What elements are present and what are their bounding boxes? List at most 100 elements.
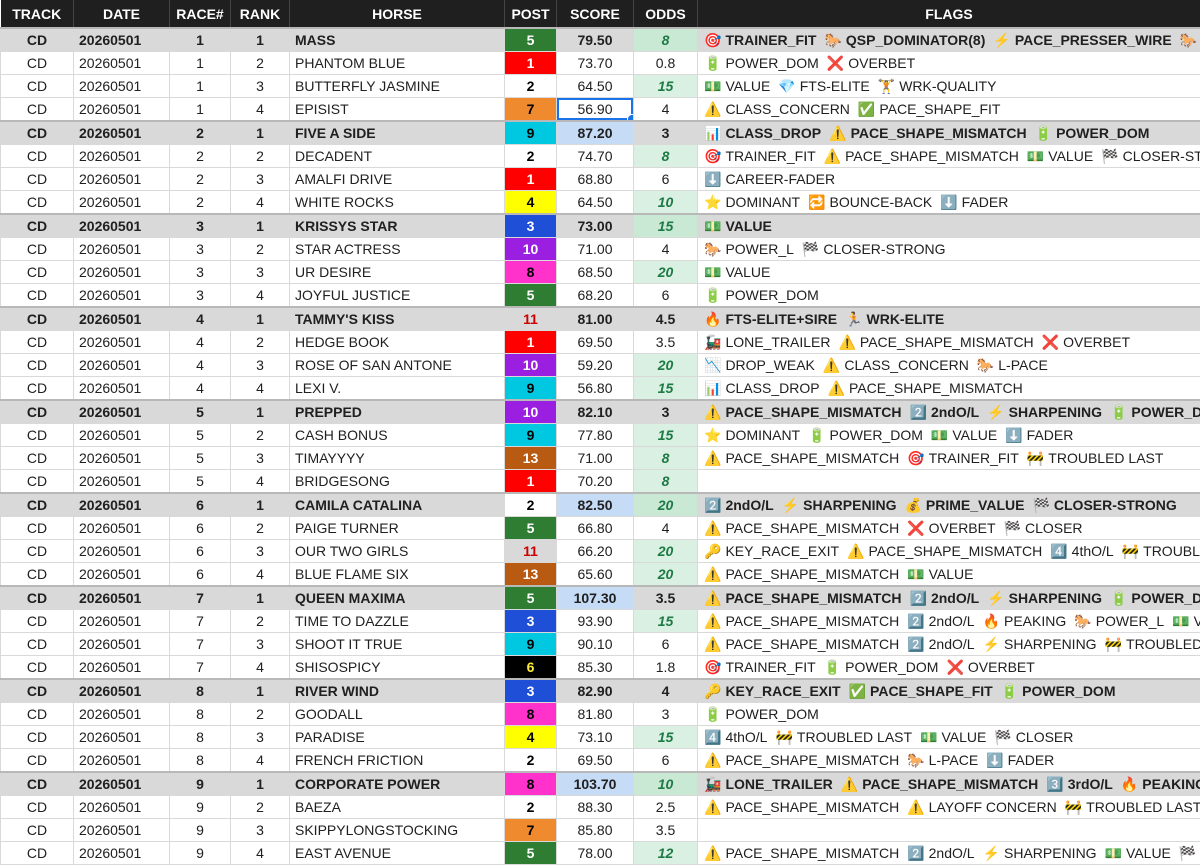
track-cell[interactable]: CD: [1, 749, 74, 773]
post-cell[interactable]: 10: [505, 354, 557, 377]
track-cell[interactable]: CD: [1, 447, 74, 470]
odds-cell[interactable]: 20: [634, 540, 698, 563]
flags-cell[interactable]: [698, 470, 1200, 494]
date-cell[interactable]: 20260501: [74, 470, 170, 494]
date-cell[interactable]: 20260501: [74, 772, 170, 796]
flags-cell[interactable]: ⭐DOMINANT🔋POWER_DOM💵VALUE⬇️FADER: [698, 424, 1200, 447]
post-cell[interactable]: 2: [505, 145, 557, 168]
track-cell[interactable]: CD: [1, 540, 74, 563]
score-cell[interactable]: 69.50: [557, 331, 634, 354]
horse-cell[interactable]: EPISIST: [290, 98, 505, 122]
post-cell[interactable]: 1: [505, 331, 557, 354]
horse-cell[interactable]: LEXI V.: [290, 377, 505, 401]
track-cell[interactable]: CD: [1, 470, 74, 494]
rank-cell[interactable]: 1: [231, 307, 290, 331]
odds-cell[interactable]: 15: [634, 377, 698, 401]
score-cell[interactable]: 85.30: [557, 656, 634, 680]
track-cell[interactable]: CD: [1, 307, 74, 331]
rank-cell[interactable]: 1: [231, 400, 290, 424]
post-cell[interactable]: 8: [505, 772, 557, 796]
score-cell[interactable]: 82.10: [557, 400, 634, 424]
rank-cell[interactable]: 4: [231, 284, 290, 308]
post-cell[interactable]: 2: [505, 749, 557, 773]
track-cell[interactable]: CD: [1, 517, 74, 540]
horse-cell[interactable]: PAIGE TURNER: [290, 517, 505, 540]
score-cell[interactable]: 78.00: [557, 842, 634, 865]
post-cell[interactable]: 9: [505, 424, 557, 447]
horse-cell[interactable]: UR DESIRE: [290, 261, 505, 284]
flags-cell[interactable]: ⬇️CAREER-FADER: [698, 168, 1200, 191]
race-cell[interactable]: 1: [170, 98, 231, 122]
odds-cell[interactable]: 15: [634, 75, 698, 98]
odds-cell[interactable]: 3: [634, 400, 698, 424]
horse-cell[interactable]: SHISOSPICY: [290, 656, 505, 680]
odds-cell[interactable]: 15: [634, 424, 698, 447]
race-cell[interactable]: 4: [170, 307, 231, 331]
date-cell[interactable]: 20260501: [74, 307, 170, 331]
post-cell[interactable]: 2: [505, 75, 557, 98]
race-cell[interactable]: 9: [170, 819, 231, 842]
post-cell[interactable]: 3: [505, 610, 557, 633]
track-cell[interactable]: CD: [1, 424, 74, 447]
race-cell[interactable]: 8: [170, 749, 231, 773]
horse-cell[interactable]: CASH BONUS: [290, 424, 505, 447]
track-cell[interactable]: CD: [1, 679, 74, 703]
horse-cell[interactable]: SKIPPYLONGSTOCKING: [290, 819, 505, 842]
score-cell[interactable]: 88.30: [557, 796, 634, 819]
horse-cell[interactable]: FRENCH FRICTION: [290, 749, 505, 773]
race-cell[interactable]: 3: [170, 261, 231, 284]
score-cell[interactable]: 56.80: [557, 377, 634, 401]
score-cell[interactable]: 73.10: [557, 726, 634, 749]
date-cell[interactable]: 20260501: [74, 168, 170, 191]
flags-cell[interactable]: 💵VALUE: [698, 214, 1200, 238]
horse-cell[interactable]: ROSE OF SAN ANTONE: [290, 354, 505, 377]
race-cell[interactable]: 7: [170, 610, 231, 633]
rank-cell[interactable]: 3: [231, 447, 290, 470]
flags-cell[interactable]: ⚠️PACE_SHAPE_MISMATCH2️⃣2ndO/L⚡SHARPENIN…: [698, 586, 1200, 610]
track-cell[interactable]: CD: [1, 238, 74, 261]
rank-cell[interactable]: 4: [231, 842, 290, 865]
race-cell[interactable]: 2: [170, 121, 231, 145]
score-cell[interactable]: 93.90: [557, 610, 634, 633]
horse-cell[interactable]: SHOOT IT TRUE: [290, 633, 505, 656]
score-cell[interactable]: 56.90: [557, 98, 634, 122]
date-cell[interactable]: 20260501: [74, 121, 170, 145]
race-cell[interactable]: 1: [170, 28, 231, 52]
rank-cell[interactable]: 2: [231, 331, 290, 354]
date-cell[interactable]: 20260501: [74, 261, 170, 284]
date-cell[interactable]: 20260501: [74, 610, 170, 633]
race-cell[interactable]: 7: [170, 633, 231, 656]
post-cell[interactable]: 9: [505, 633, 557, 656]
track-cell[interactable]: CD: [1, 214, 74, 238]
post-cell[interactable]: 1: [505, 470, 557, 494]
header-score[interactable]: SCORE: [557, 0, 634, 28]
date-cell[interactable]: 20260501: [74, 447, 170, 470]
odds-cell[interactable]: 2.5: [634, 796, 698, 819]
header-flags[interactable]: FLAGS: [698, 0, 1200, 28]
odds-cell[interactable]: 4: [634, 238, 698, 261]
race-cell[interactable]: 5: [170, 400, 231, 424]
track-cell[interactable]: CD: [1, 796, 74, 819]
odds-cell[interactable]: 6: [634, 749, 698, 773]
post-cell[interactable]: 9: [505, 121, 557, 145]
date-cell[interactable]: 20260501: [74, 540, 170, 563]
flags-cell[interactable]: ⭐DOMINANT🔁BOUNCE-BACK⬇️FADER: [698, 191, 1200, 215]
post-cell[interactable]: 1: [505, 168, 557, 191]
horse-cell[interactable]: HEDGE BOOK: [290, 331, 505, 354]
score-cell[interactable]: 90.10: [557, 633, 634, 656]
horse-cell[interactable]: AMALFI DRIVE: [290, 168, 505, 191]
post-cell[interactable]: 7: [505, 98, 557, 122]
flags-cell[interactable]: ⚠️PACE_SHAPE_MISMATCH💵VALUE: [698, 563, 1200, 587]
track-cell[interactable]: CD: [1, 493, 74, 517]
track-cell[interactable]: CD: [1, 772, 74, 796]
horse-cell[interactable]: PREPPED: [290, 400, 505, 424]
date-cell[interactable]: 20260501: [74, 796, 170, 819]
track-cell[interactable]: CD: [1, 52, 74, 75]
rank-cell[interactable]: 2: [231, 610, 290, 633]
race-cell[interactable]: 8: [170, 703, 231, 726]
date-cell[interactable]: 20260501: [74, 75, 170, 98]
rank-cell[interactable]: 4: [231, 377, 290, 401]
post-cell[interactable]: 8: [505, 261, 557, 284]
date-cell[interactable]: 20260501: [74, 679, 170, 703]
rank-cell[interactable]: 3: [231, 633, 290, 656]
